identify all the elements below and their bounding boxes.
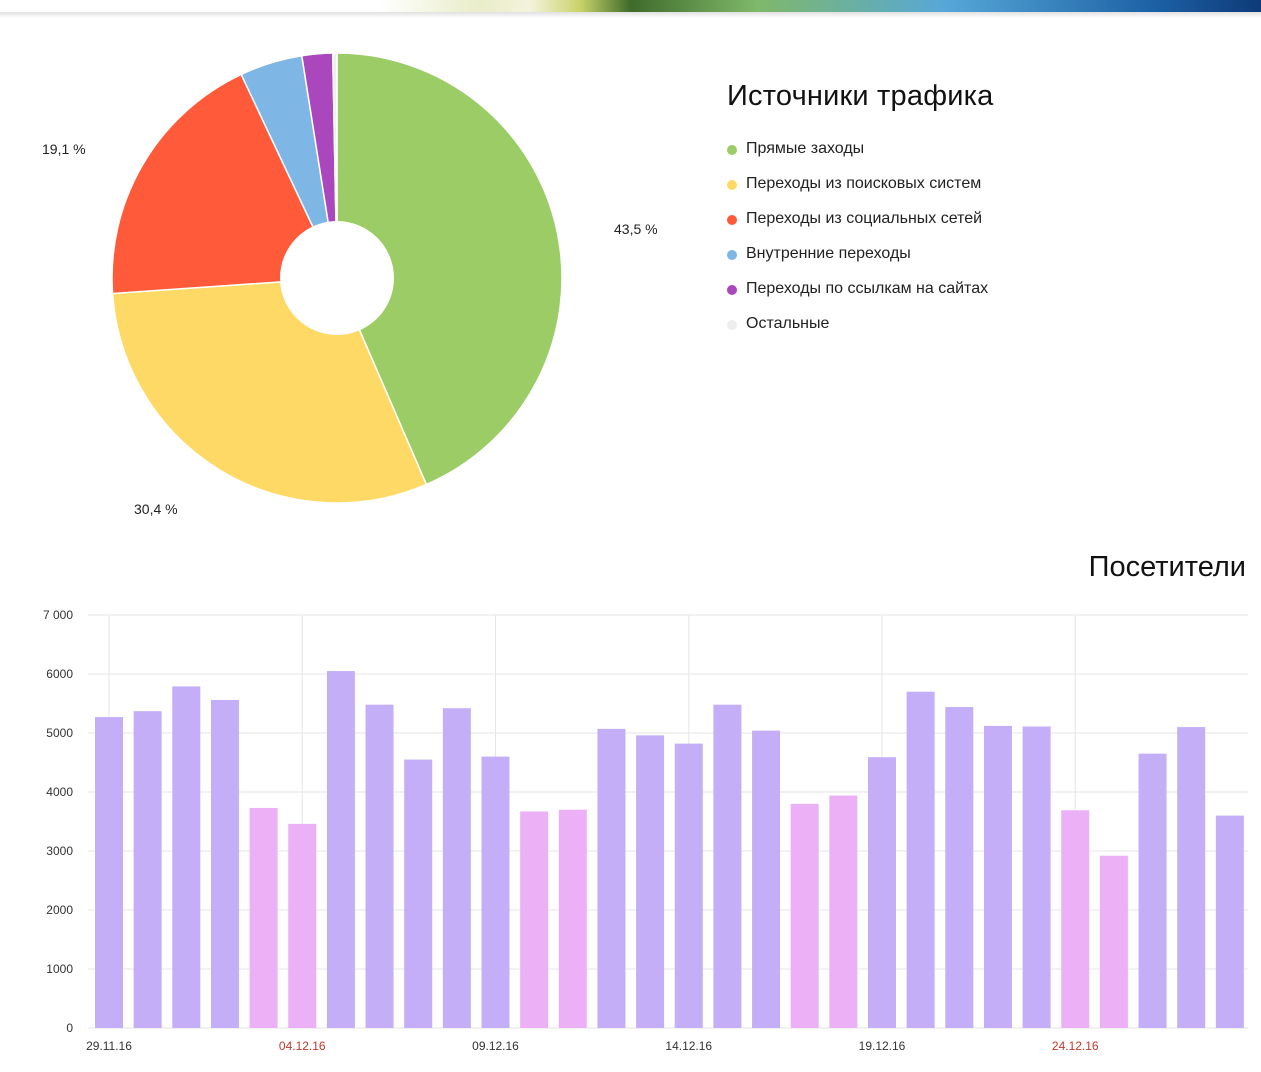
legend-item[interactable]: Переходы из социальных сетей [727, 210, 988, 245]
legend-label: Прямые заходы [746, 140, 865, 157]
donut-hole [280, 221, 394, 335]
pie-legend: Прямые заходы Переходы из поисковых систе… [727, 140, 988, 350]
legend-item[interactable]: Остальные [727, 315, 988, 350]
legend-item[interactable]: Переходы по ссылкам на сайтах [727, 280, 988, 315]
legend-marker-icon [727, 180, 737, 190]
legend-label: Внутренние переходы [746, 245, 911, 262]
legend-marker-icon [727, 285, 737, 295]
legend-item[interactable]: Внутренние переходы [727, 245, 988, 280]
traffic-sources-pie-chart [111, 52, 563, 504]
legend-label: Остальные [746, 315, 830, 332]
pie-chart-title: Источники трафика [727, 80, 994, 112]
pie-data-label: 30,4 % [134, 501, 178, 517]
legend-marker-icon [727, 320, 737, 330]
pie-data-label: 43,5 % [614, 221, 658, 237]
legend-label: Переходы по ссылкам на сайтах [746, 280, 989, 297]
legend-item[interactable]: Прямые заходы [727, 140, 988, 175]
bar-chart-title: Посетители [1088, 551, 1246, 583]
legend-marker-icon [727, 250, 737, 260]
legend-marker-icon [727, 145, 737, 155]
pie-data-label: 19,1 % [42, 141, 86, 157]
legend-label: Переходы из социальных сетей [746, 210, 983, 227]
legend-marker-icon [727, 215, 737, 225]
legend-label: Переходы из поисковых систем [746, 175, 982, 192]
legend-item[interactable]: Переходы из поисковых систем [727, 175, 988, 210]
